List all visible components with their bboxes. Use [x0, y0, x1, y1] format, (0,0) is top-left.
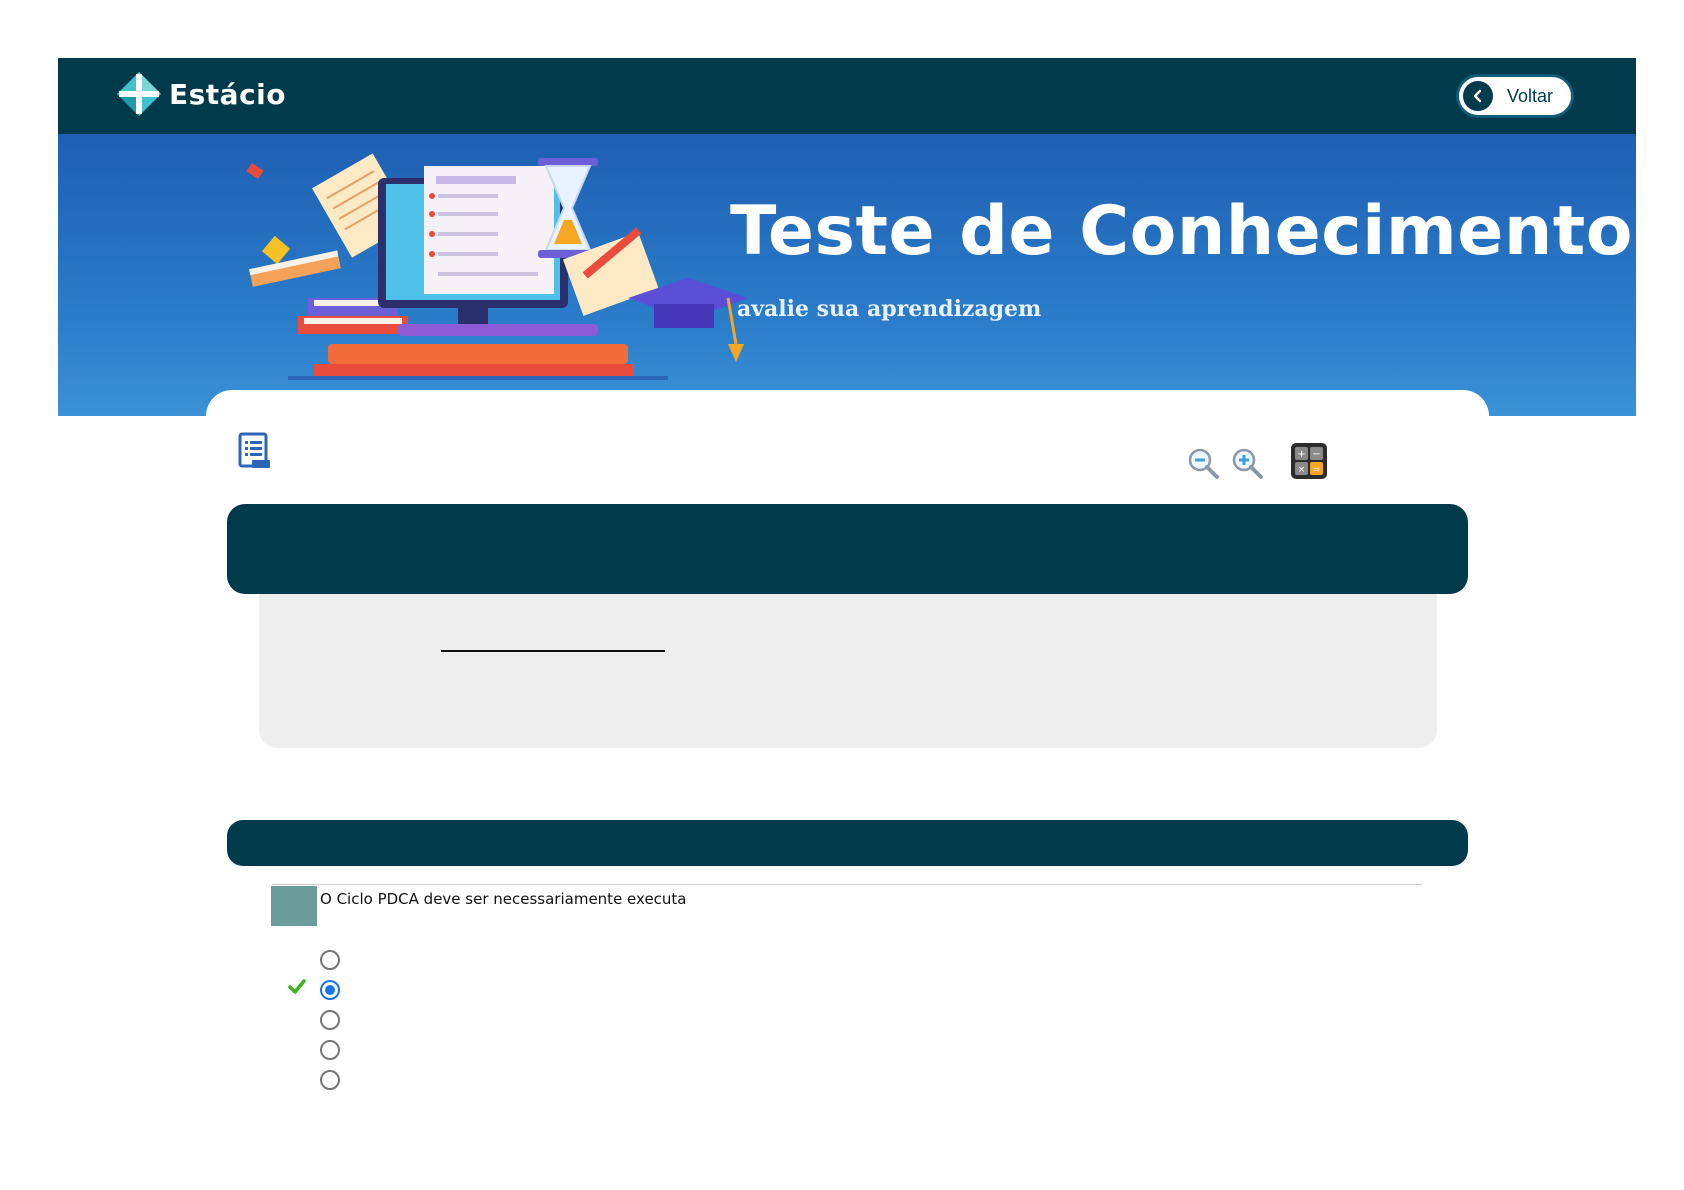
option-a-radio[interactable] [320, 950, 340, 970]
study-illustration [246, 153, 748, 380]
page-title: Teste de Conhecimento [730, 192, 1633, 271]
option-d [320, 1040, 342, 1062]
option-b [288, 979, 342, 1002]
svg-text:×: × [1298, 465, 1306, 475]
option-e-radio[interactable] [320, 1070, 340, 1090]
svg-text:−: − [1312, 449, 1320, 460]
option-e [320, 1070, 342, 1092]
statement-marker [271, 886, 317, 926]
option-b-radio[interactable] [320, 980, 340, 1000]
divider [272, 884, 1422, 885]
back-button[interactable]: Voltar [1456, 74, 1574, 118]
question-underline [441, 650, 665, 652]
answer-header-bar [227, 820, 1468, 866]
chevron-left-icon [1463, 81, 1493, 111]
page: Estácio Voltar Teste de Conhecimento ava… [0, 0, 1684, 1190]
svg-text:+: + [1297, 449, 1305, 460]
question-body [259, 594, 1437, 748]
svg-text:=: = [1313, 465, 1321, 475]
quiz-card: + − × = O Ciclo PDCA deve ser necessaria… [206, 390, 1489, 1170]
estacio-logo[interactable]: Estácio [115, 70, 286, 118]
option-d-radio[interactable] [320, 1040, 340, 1060]
option-c [320, 1010, 342, 1032]
option-c-radio[interactable] [320, 1010, 340, 1030]
question-header-bar [227, 504, 1468, 594]
estacio-logo-icon [117, 72, 161, 116]
question-statement: O Ciclo PDCA deve ser necessariamente ex… [320, 890, 687, 908]
logo-text: Estácio [169, 77, 287, 111]
answer-options [288, 950, 342, 1100]
question-list-icon[interactable] [238, 432, 272, 470]
zoom-out-icon[interactable] [1186, 446, 1220, 480]
hero-banner: Teste de Conhecimento avalie sua aprendi… [58, 134, 1636, 416]
calculator-icon[interactable]: + − × = [1290, 442, 1328, 480]
correct-check-icon [288, 979, 306, 994]
page-subtitle: avalie sua aprendizagem [737, 296, 1042, 322]
back-button-label: Voltar [1507, 85, 1554, 106]
top-navbar: Estácio Voltar [58, 58, 1636, 134]
option-a [320, 950, 342, 972]
zoom-in-icon[interactable] [1230, 446, 1264, 480]
